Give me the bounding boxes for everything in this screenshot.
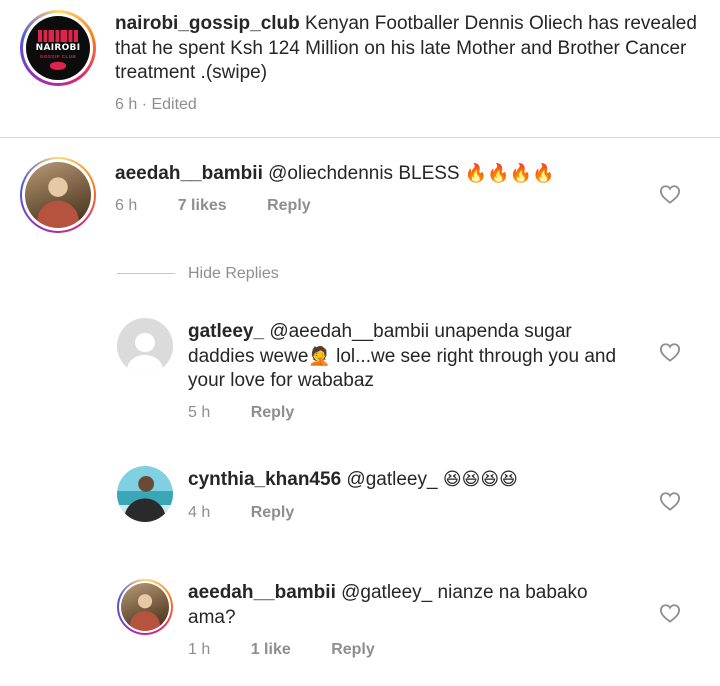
caption-text: nairobi_gossip_club Kenyan Footballer De… [115,12,705,86]
comment-likes[interactable]: 7 likes [178,197,227,214]
comment-text: aeedah__bambii @gatleey_ nianze na babak… [188,581,628,630]
reply-button[interactable]: Reply [251,504,295,521]
caption-username[interactable]: nairobi_gossip_club [115,13,300,34]
comment-text: aeedah__bambii @oliechdennis BLESS 🔥🔥🔥🔥 [115,162,675,187]
default-user-icon[interactable] [117,318,173,374]
avatar[interactable] [117,466,173,522]
comment-body: @oliechdennis BLESS [268,163,460,184]
comment-time: 4 h [188,504,211,521]
reply-button[interactable]: Reply [331,641,375,658]
comment-meta: 4 h Reply [188,504,330,522]
comment-text: cynthia_khan456 @gatleey_ 😆😆😆😆 [188,468,648,493]
comment-time: 6 h [115,197,138,214]
comment-likes[interactable]: 1 like [251,641,291,658]
comment-username[interactable]: cynthia_khan456 [188,469,341,490]
fire-emoji-icon: 🔥🔥🔥🔥 [464,163,555,184]
lips-graphic [50,62,66,70]
comment-username[interactable]: aeedah__bambii [115,163,263,184]
comment-username[interactable]: aeedah__bambii [188,582,336,603]
hide-replies-button[interactable]: Hide Replies [188,265,279,283]
post-caption: NAIROBI GOSSIP CLUB nairobi_gossip_club … [0,0,720,138]
comment-time: 5 h [188,404,211,421]
logo-sub-text: GOSSIP CLUB [39,54,77,59]
heart-outline-icon[interactable] [659,342,681,362]
facepalm-emoji-icon: 🤦 [308,345,331,367]
hide-replies-divider [117,273,175,274]
comment-time: 1 h [188,641,211,658]
comment-username[interactable]: gatleey_ [188,321,264,342]
reply-button[interactable]: Reply [251,404,295,421]
heart-outline-icon[interactable] [659,184,681,204]
comment-meta: 1 h 1 like Reply [188,641,411,659]
logo-brand-text: NAIROBI [35,43,81,53]
comments-screen: NAIROBI GOSSIP CLUB nairobi_gossip_club … [0,0,720,686]
caption-avatar[interactable]: NAIROBI GOSSIP CLUB [20,10,96,86]
comment-text: gatleey_ @aeedah__bambii unapenda sugar … [188,320,628,394]
heart-outline-icon[interactable] [659,603,681,623]
comment-body: @gatleey_ [346,469,438,490]
skyline-graphic [38,30,78,42]
caption-meta: 6 h · Edited [115,96,197,113]
heart-outline-icon[interactable] [659,491,681,511]
avatar[interactable] [117,579,173,635]
nairobi-gossip-club-logo: NAIROBI GOSSIP CLUB [26,16,90,80]
reply-button[interactable]: Reply [267,197,311,214]
laughing-emoji-icon: 😆😆😆😆 [442,469,518,490]
comment-meta: 5 h Reply [188,404,330,422]
comment-meta: 6 h 7 likes Reply [115,197,347,215]
avatar[interactable] [20,157,96,233]
